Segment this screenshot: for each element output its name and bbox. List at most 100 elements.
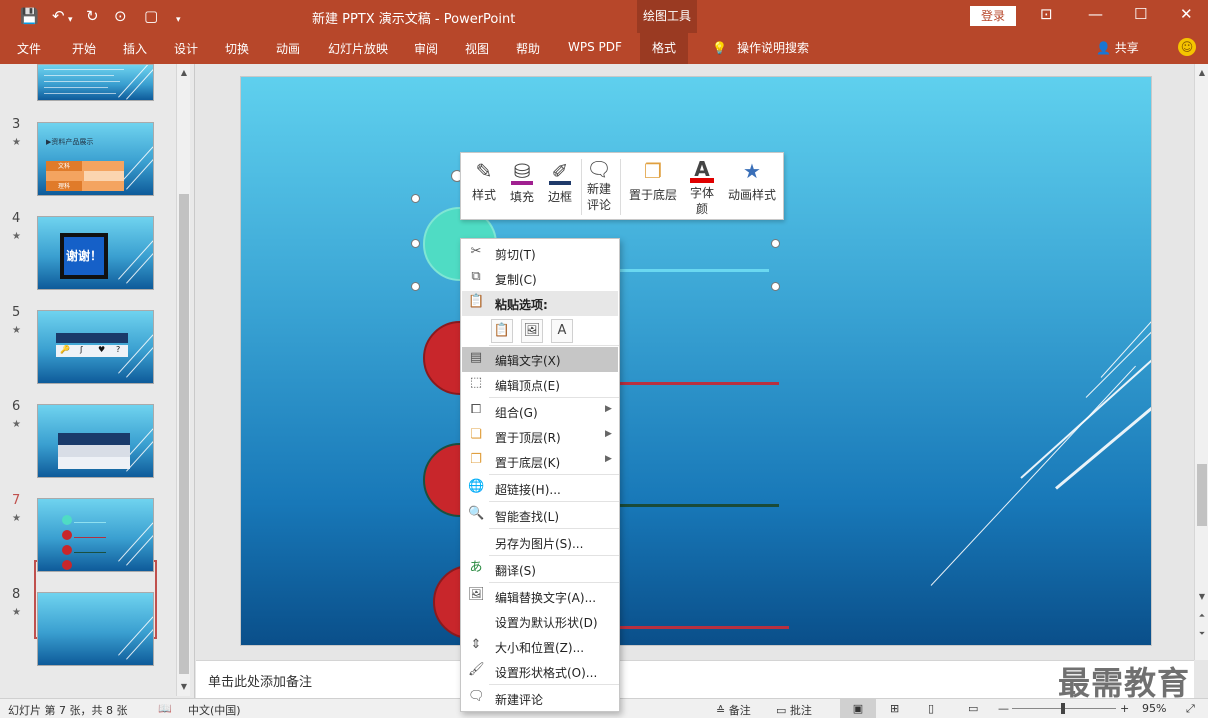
present-from-start-icon[interactable]: ⊙ xyxy=(114,6,127,26)
comments-icon: ▭ xyxy=(776,704,787,717)
menu-item-bring-to-front[interactable]: ❏ 置于顶层(R) ▶ xyxy=(462,424,618,449)
menu-item-edit-points[interactable]: ⬚ 编辑顶点(E) xyxy=(462,372,618,397)
tab-insert[interactable]: 插入 xyxy=(123,40,147,57)
tab-slideshow[interactable]: 幻灯片放映 xyxy=(328,40,388,57)
paste-use-destination-theme-icon[interactable]: 📋 xyxy=(491,319,513,343)
paste-picture-icon[interactable]: 🖼 xyxy=(521,319,543,343)
resize-handle[interactable] xyxy=(411,282,420,291)
menu-item-group[interactable]: ⧠ 组合(G) ▶ xyxy=(462,399,618,424)
maximize-icon[interactable]: ☐ xyxy=(1134,5,1147,23)
menu-item-set-default-shape[interactable]: 设置为默认形状(D) xyxy=(462,609,618,634)
slide-thumbnail-8[interactable] xyxy=(37,592,154,666)
slideshow-icon[interactable]: ▭ xyxy=(968,702,978,715)
menu-item-edit-text[interactable]: ▤ 编辑文字(X) xyxy=(462,347,618,372)
scrollbar-thumb[interactable] xyxy=(179,194,189,674)
shape-outline-button[interactable]: ✐ 边框 xyxy=(545,159,575,205)
thumbnail-scrollbar[interactable]: ▲ ▼ xyxy=(176,64,190,696)
minimize-icon[interactable]: — xyxy=(1088,5,1103,23)
tell-me-search[interactable]: 💡 操作说明搜索 xyxy=(712,39,809,56)
slide-thumbnail-3[interactable]: ▶资料产品展示 文科 理科 xyxy=(37,122,154,196)
save-icon[interactable]: 💾 xyxy=(20,6,39,26)
tab-home[interactable]: 开始 xyxy=(72,40,96,57)
fit-to-window-icon[interactable]: ⤢ xyxy=(1186,702,1195,716)
resize-handle[interactable] xyxy=(771,282,780,291)
tab-wps-pdf[interactable]: WPS PDF xyxy=(568,40,622,54)
scroll-down-icon[interactable]: ▼ xyxy=(1196,591,1208,603)
resize-handle[interactable] xyxy=(411,239,420,248)
red-line-shape[interactable] xyxy=(611,626,789,629)
menu-item-copy[interactable]: ⧉ 复制(C) xyxy=(462,266,618,291)
scroll-down-icon[interactable]: ▼ xyxy=(178,681,190,693)
redo-icon[interactable]: ↻ xyxy=(86,6,99,26)
scrollbar-thumb[interactable] xyxy=(1197,464,1207,526)
feedback-smiley-icon[interactable]: ☺ xyxy=(1178,38,1196,56)
menu-item-smart-lookup[interactable]: 🔍 智能查找(L) xyxy=(462,503,618,528)
menu-separator xyxy=(489,582,619,583)
notes-toggle[interactable]: ≙ 备注 xyxy=(716,702,751,718)
close-icon[interactable]: ✕ xyxy=(1180,5,1193,23)
ribbon-display-options-icon[interactable]: ⊡ xyxy=(1040,5,1053,23)
slide-count-info: 幻灯片 第 7 张，共 8 张 xyxy=(8,704,128,717)
notes-pane[interactable]: 单击此处添加备注 xyxy=(196,660,1194,698)
slide-scrollbar[interactable]: ▲ ▼ ⏶ ⏷ xyxy=(1194,64,1208,660)
shape-fill-button[interactable]: ⛁ 填充 xyxy=(507,159,537,205)
menu-item-label: 编辑文字(X) xyxy=(495,354,561,368)
slide-thumbnail-5[interactable]: 🔑 ʃ ♥ ? xyxy=(37,310,154,384)
thumb-symbol: ? xyxy=(116,345,121,354)
new-file-icon[interactable]: ▢ xyxy=(144,6,158,26)
shape-style-button[interactable]: ✎ 样式 xyxy=(469,159,499,203)
tab-file[interactable]: 文件 xyxy=(17,40,41,57)
animation-styles-button[interactable]: ★ 动画样式 xyxy=(725,159,779,203)
menu-item-save-as-picture[interactable]: 另存为图片(S)... xyxy=(462,530,618,555)
slide-sorter-icon[interactable]: ⊞ xyxy=(890,702,899,715)
menu-item-cut[interactable]: ✂ 剪切(T) xyxy=(462,241,618,266)
menu-item-size-and-position[interactable]: ⇕ 大小和位置(Z)... xyxy=(462,634,618,659)
customize-quick-access-icon[interactable]: ▾ xyxy=(176,10,181,30)
font-color-button[interactable]: A 字体 颜 xyxy=(687,159,717,217)
tab-view[interactable]: 视图 xyxy=(465,40,489,57)
paste-keep-text-only-icon[interactable]: A xyxy=(551,319,573,343)
resize-handle[interactable] xyxy=(771,239,780,248)
scroll-up-icon[interactable]: ▲ xyxy=(1196,67,1208,79)
resize-handle[interactable] xyxy=(411,194,420,203)
slide-thumbnail-4[interactable]: 谢谢！ xyxy=(37,216,154,290)
tab-help[interactable]: 帮助 xyxy=(516,40,540,57)
menu-item-hyperlink[interactable]: 🌐 超链接(H)... xyxy=(462,476,618,501)
zoom-out-icon[interactable]: — xyxy=(998,702,1009,715)
spelling-check-icon[interactable]: 📖 xyxy=(158,702,172,715)
tab-format[interactable]: 格式 xyxy=(640,33,689,64)
normal-view-icon[interactable]: ▣ xyxy=(840,699,876,718)
slide-thumbnail-2[interactable] xyxy=(37,64,154,101)
previous-slide-icon[interactable]: ⏶ xyxy=(1196,610,1208,622)
menu-item-label: 超链接(H)... xyxy=(495,483,561,497)
share-button[interactable]: 👤 共享 xyxy=(1096,39,1139,56)
menu-item-translate[interactable]: あ 翻译(S) xyxy=(462,557,618,582)
tab-transitions[interactable]: 切换 xyxy=(225,40,249,57)
next-slide-icon[interactable]: ⏷ xyxy=(1196,628,1208,640)
send-to-back-button[interactable]: ❐ 置于底层 xyxy=(625,159,681,203)
zoom-slider-thumb[interactable] xyxy=(1061,703,1065,714)
zoom-level[interactable]: 95% xyxy=(1142,702,1166,715)
new-comment-label-line2: 评论 xyxy=(586,198,611,212)
red-line-shape[interactable] xyxy=(611,382,779,385)
new-comment-button[interactable]: 🗨 新建 评论 xyxy=(585,159,613,213)
menu-item-format-shape[interactable]: 🖌 设置形状格式(O)... xyxy=(462,659,618,684)
reading-view-icon[interactable]: ▯ xyxy=(928,702,934,715)
tab-animations[interactable]: 动画 xyxy=(276,40,300,57)
tab-review[interactable]: 审阅 xyxy=(414,40,438,57)
undo-dropdown-icon[interactable]: ▾ xyxy=(68,10,73,30)
language-indicator[interactable]: 中文(中国) xyxy=(188,702,241,718)
login-button[interactable]: 登录 xyxy=(970,6,1016,26)
menu-item-new-comment[interactable]: 🗨 新建评论 xyxy=(462,686,618,711)
menu-item-edit-alt-text[interactable]: 🖼 编辑替换文字(A)... xyxy=(462,584,618,609)
undo-icon[interactable]: ↶ xyxy=(52,6,65,26)
dark-green-line-shape[interactable] xyxy=(611,504,779,507)
scroll-up-icon[interactable]: ▲ xyxy=(178,67,190,79)
slide-thumbnail-6[interactable] xyxy=(37,404,154,478)
zoom-in-icon[interactable]: + xyxy=(1120,702,1129,715)
tab-design[interactable]: 设计 xyxy=(174,40,198,57)
slide-thumbnail-7[interactable] xyxy=(37,498,154,572)
menu-item-label: 粘贴选项: xyxy=(495,298,548,312)
comments-toggle[interactable]: ▭ 批注 xyxy=(776,702,812,718)
menu-item-send-to-back[interactable]: ❐ 置于底层(K) ▶ xyxy=(462,449,618,474)
